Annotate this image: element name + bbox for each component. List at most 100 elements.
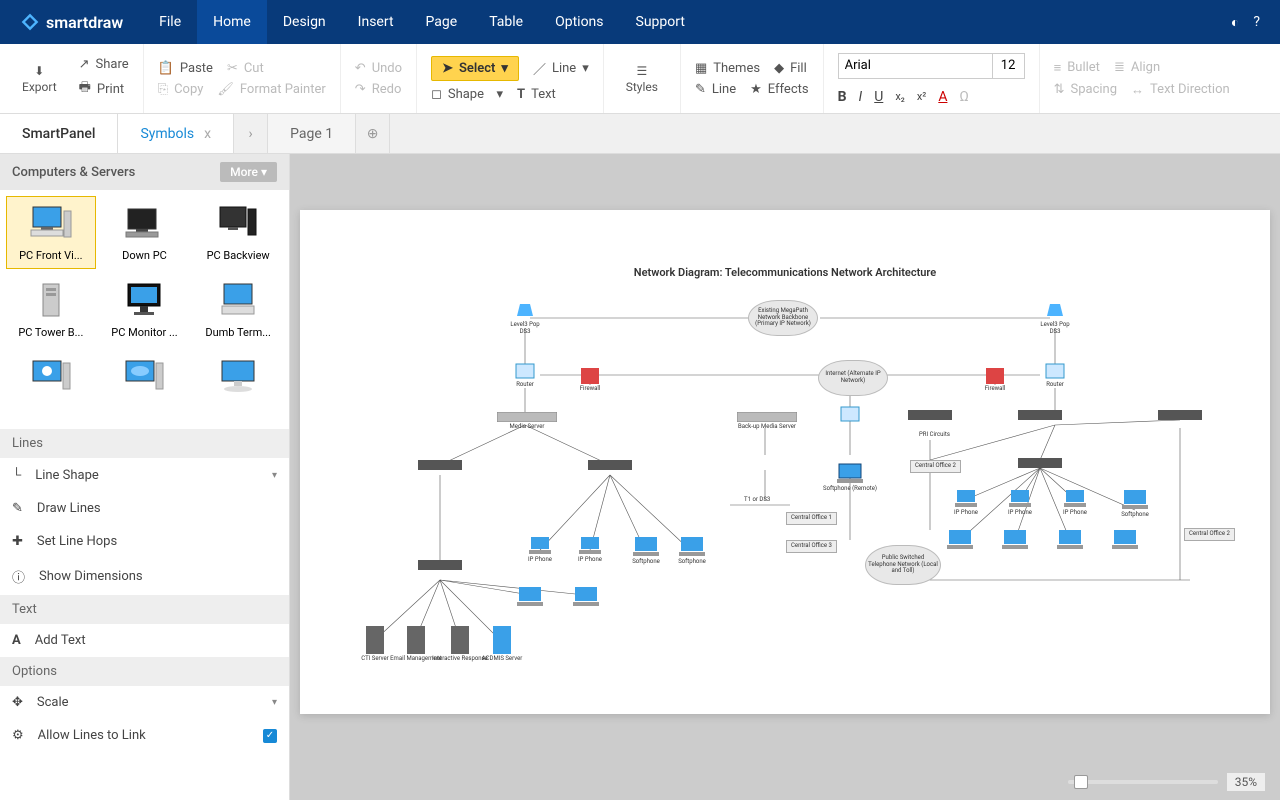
node-ipphone-r1[interactable]: IP Phone	[936, 488, 996, 517]
add-text-item[interactable]: AAdd Text	[0, 624, 289, 657]
node-backbone[interactable]: Existing MegaPath Network Backbone (Prim…	[748, 300, 818, 336]
node-soft-r2[interactable]	[930, 528, 990, 552]
symbol-extra1[interactable]	[6, 350, 96, 423]
omega-button[interactable]: Ω	[959, 89, 968, 105]
menu-insert[interactable]: Insert	[342, 0, 410, 44]
symbol-pc-tower[interactable]: PC Tower B...	[6, 273, 96, 346]
subscript-button[interactable]: x₂	[895, 90, 905, 103]
tab-smartpanel[interactable]: SmartPanel	[0, 114, 118, 153]
print-button[interactable]: 🖶 Print	[79, 78, 129, 100]
shape-tool[interactable]: ◻ Shape ▾	[431, 87, 503, 102]
more-button[interactable]: More ▾	[220, 162, 277, 182]
underline-button[interactable]: U	[874, 89, 883, 105]
canvas-area[interactable]: Network Diagram: Telecommunications Netw…	[290, 154, 1280, 800]
fill-button[interactable]: ◆ Fill	[774, 61, 807, 76]
themes-button[interactable]: ▦ Themes	[695, 61, 760, 76]
bullet-button[interactable]: ≡ Bullet	[1054, 60, 1100, 76]
line-shape-item[interactable]: └Line Shape▾	[0, 458, 289, 492]
font-name-input[interactable]	[838, 53, 993, 79]
zoom-thumb[interactable]	[1074, 775, 1088, 789]
node-ipphone-r3[interactable]: IP Phone	[1045, 488, 1105, 517]
node-switch5[interactable]	[1150, 410, 1210, 422]
italic-button[interactable]: I	[859, 89, 863, 105]
node-soft-r1[interactable]: Softphone	[1105, 488, 1165, 519]
node-firewall-right[interactable]: Firewall	[965, 368, 1025, 393]
scale-item[interactable]: ✥Scale▾	[0, 686, 289, 719]
node-switch2[interactable]	[580, 460, 640, 472]
node-co1[interactable]: Central Office 2	[910, 460, 961, 473]
node-co2[interactable]: Central Office 1	[786, 512, 837, 525]
node-switch6[interactable]	[410, 560, 470, 572]
node-switch4[interactable]	[1010, 410, 1070, 422]
menu-table[interactable]: Table	[473, 0, 539, 44]
zoom-value[interactable]: 35%	[1226, 772, 1266, 792]
node-switch3[interactable]	[900, 410, 960, 422]
node-router-left[interactable]: Router	[495, 362, 555, 389]
format-painter-button[interactable]: 🖌 Format Painter	[217, 82, 325, 97]
node-router-right[interactable]: Router	[1025, 362, 1085, 389]
node-co3[interactable]: Central Office 3	[786, 540, 837, 553]
font-size-input[interactable]	[993, 53, 1025, 79]
help-icon[interactable]: ?	[1253, 14, 1260, 31]
node-l3pop-left[interactable]: Level3 PopDS3	[495, 302, 555, 335]
node-l3pop-right[interactable]: Level3 PopDS3	[1025, 302, 1085, 335]
node-soft4[interactable]	[556, 585, 616, 609]
close-icon[interactable]: x	[204, 126, 211, 142]
line-style-button[interactable]: ✎ Line	[695, 82, 736, 97]
add-page-button[interactable]: ⊕	[356, 114, 390, 153]
effects-button[interactable]: ★ Effects	[750, 82, 808, 97]
zoom-slider[interactable]	[1068, 780, 1218, 784]
node-soft-r5[interactable]	[1095, 528, 1155, 552]
canvas[interactable]: Network Diagram: Telecommunications Netw…	[300, 210, 1270, 714]
node-acd[interactable]: ACDMIS Server	[472, 626, 532, 663]
user-icon[interactable]: ◐	[1231, 14, 1239, 31]
export-button[interactable]: ⬇Export	[14, 60, 65, 98]
symbol-pc-front[interactable]: PC Front Vi...	[6, 196, 96, 269]
undo-button[interactable]: ↶ Undo	[355, 61, 402, 76]
tab-symbols[interactable]: Symbolsx	[118, 114, 234, 153]
tab-nav-arrow[interactable]: ›	[234, 114, 268, 153]
symbol-down-pc[interactable]: Down PC	[100, 196, 190, 269]
node-soft2[interactable]: Softphone	[662, 535, 722, 566]
font-color-button[interactable]: A	[938, 89, 947, 105]
node-soft-r3[interactable]	[985, 528, 1045, 552]
cut-button[interactable]: ✂ Cut	[227, 61, 264, 76]
superscript-button[interactable]: x²	[917, 90, 927, 103]
menu-home[interactable]: Home	[197, 0, 267, 44]
bold-button[interactable]: B	[838, 89, 847, 105]
node-ipphone-r2[interactable]: IP Phone	[990, 488, 1050, 517]
node-backup[interactable]: Back-up Media Server	[732, 412, 802, 431]
line-hops-item[interactable]: ✚Set Line Hops	[0, 525, 289, 558]
select-tool[interactable]: ➤ Select ▾	[431, 56, 519, 81]
node-internet[interactable]: Internet (Alternate IP Network)	[818, 360, 888, 396]
symbol-dumb-terminal[interactable]: Dumb Term...	[193, 273, 283, 346]
node-firewall-left[interactable]: Firewall	[560, 368, 620, 393]
share-button[interactable]: ↗ Share	[79, 57, 129, 72]
copy-button[interactable]: ⎘ Copy	[158, 82, 204, 97]
node-switch7[interactable]	[1010, 458, 1070, 470]
node-soft3[interactable]	[500, 585, 560, 609]
spacing-button[interactable]: ⇅ Spacing	[1054, 82, 1117, 97]
node-co2r[interactable]: Central Office 2	[1184, 528, 1235, 541]
menu-page[interactable]: Page	[410, 0, 474, 44]
node-media[interactable]: Media Server	[492, 412, 562, 431]
node-softphone-remote[interactable]: Softphone (Remote)	[820, 462, 880, 493]
draw-lines-item[interactable]: ✎Draw Lines	[0, 492, 289, 525]
node-ipphone2[interactable]: IP Phone	[560, 535, 620, 564]
align-button[interactable]: ≣ Align	[1114, 60, 1160, 75]
text-direction-button[interactable]: ↔ Text Direction	[1131, 82, 1230, 98]
redo-button[interactable]: ↷ Redo	[355, 82, 402, 97]
symbol-extra2[interactable]	[100, 350, 190, 423]
styles-button[interactable]: ☰Styles	[618, 60, 666, 98]
symbol-extra3[interactable]	[193, 350, 283, 423]
show-dimensions-item[interactable]: ⓘShow Dimensions	[0, 558, 289, 595]
menu-support[interactable]: Support	[620, 0, 701, 44]
line-tool[interactable]: ／ Line ▾	[533, 59, 589, 78]
text-tool[interactable]: T Text	[517, 87, 556, 102]
allow-lines-item[interactable]: ⚙Allow Lines to Link✓	[0, 719, 289, 752]
paste-button[interactable]: 📋 Paste	[158, 61, 213, 76]
menu-options[interactable]: Options	[539, 0, 619, 44]
menu-design[interactable]: Design	[267, 0, 342, 44]
symbol-pc-monitor[interactable]: PC Monitor ...	[100, 273, 190, 346]
menu-file[interactable]: File	[143, 0, 197, 44]
